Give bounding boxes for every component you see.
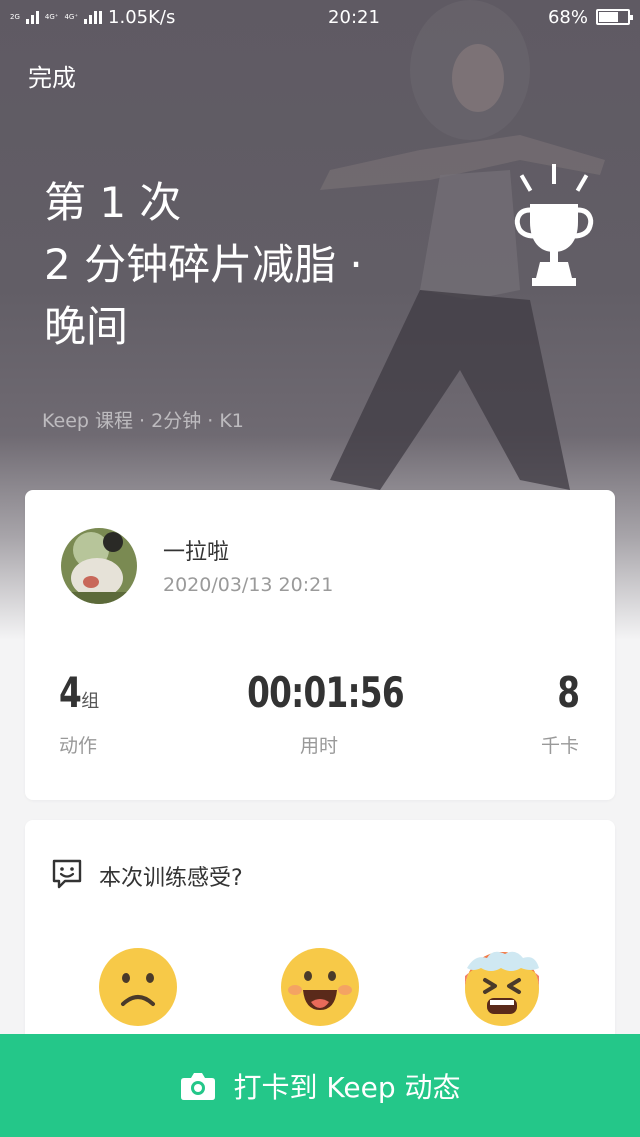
trophy-icon xyxy=(514,164,594,286)
summary-card: 一拉啦 2020/03/13 20:21 4组 动作 00:01:56 用时 8… xyxy=(25,490,615,800)
share-to-feed-label: 打卡到 Keep 动态 xyxy=(233,1070,461,1104)
workout-subtitle: Keep 课程 · 2分钟 · K1 xyxy=(42,410,244,432)
avatar[interactable] xyxy=(61,528,137,604)
status-left: 2G 4G⁺ 4G⁺ 1.05K/s xyxy=(10,7,250,28)
status-bar: 2G 4G⁺ 4G⁺ 1.05K/s 20:21 68% xyxy=(0,0,640,34)
sad-face-icon[interactable] xyxy=(97,946,179,1028)
battery-icon xyxy=(596,9,633,25)
stat-calories-label: 千卡 xyxy=(540,735,579,757)
username: 一拉啦 xyxy=(163,540,230,565)
workout-datetime: 2020/03/13 20:21 xyxy=(163,574,334,596)
stat-sets-label: 动作 xyxy=(59,735,98,757)
share-to-feed-button[interactable]: 打卡到 Keep 动态 xyxy=(0,1034,640,1137)
stat-duration-label: 用时 xyxy=(299,735,338,757)
stat-calories-value: 8 xyxy=(556,668,580,717)
camera-icon xyxy=(180,1072,215,1100)
network-4g: 4G⁺ xyxy=(44,13,59,21)
status-time: 20:21 xyxy=(328,6,380,28)
title-line-2: 2 分钟碎片减脂 · xyxy=(44,240,363,289)
stat-duration: 00:01:56 用时 xyxy=(245,668,405,758)
title-line-1: 第 1 次 xyxy=(44,178,182,227)
stat-sets-unit: 组 xyxy=(81,691,100,712)
stat-sets-value: 4 xyxy=(59,668,82,717)
title-line-3: 晚间 xyxy=(44,302,129,351)
exhausted-face-icon[interactable] xyxy=(461,946,543,1028)
happy-face-icon[interactable] xyxy=(279,946,361,1028)
network-4g-2: 4G⁺ xyxy=(64,13,79,21)
stat-duration-value: 00:01:56 xyxy=(247,668,405,717)
signal-bars-icon xyxy=(25,10,39,24)
signal-bars-icon-2 xyxy=(84,10,103,24)
feedback-title: 本次训练感受? xyxy=(99,866,243,891)
status-right: 68% xyxy=(547,6,633,28)
workout-title: 第 1 次 2 分钟碎片减脂 · 晚间 xyxy=(44,172,424,358)
done-button[interactable]: 完成 xyxy=(28,58,76,93)
stat-sets: 4组 动作 xyxy=(59,668,99,758)
network-2g: 2G xyxy=(10,13,20,21)
stat-calories: 8 千卡 xyxy=(540,668,580,758)
battery-percent: 68% xyxy=(547,6,588,28)
network-speed: 1.05K/s xyxy=(108,6,176,28)
chat-smile-icon xyxy=(52,859,82,889)
